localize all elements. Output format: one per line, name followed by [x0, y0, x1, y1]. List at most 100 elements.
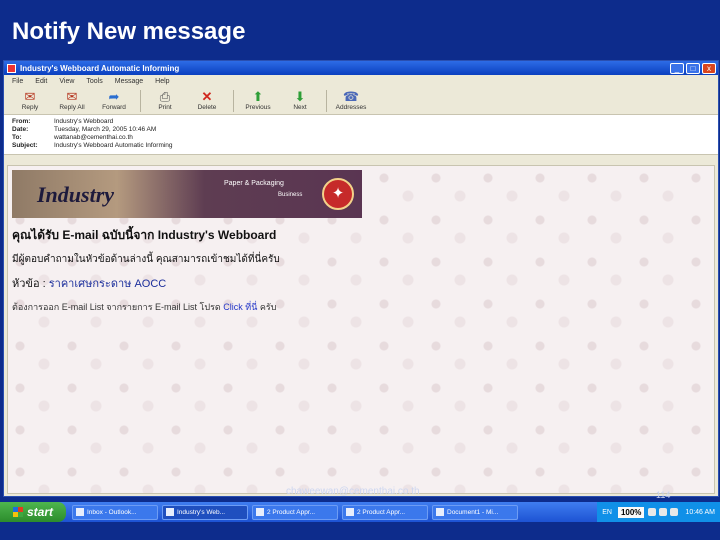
banner-business: Business: [278, 192, 303, 198]
reply-label: Reply: [21, 104, 39, 111]
taskbar-item-label: Inbox - Outlook...: [87, 508, 137, 516]
page-number: 114: [656, 490, 671, 500]
menu-edit[interactable]: Edit: [35, 78, 47, 85]
reply-all-button[interactable]: ✉ Reply All: [52, 89, 92, 112]
zoom-level[interactable]: 100%: [617, 506, 645, 518]
system-tray: EN 100% 10:46 AM: [597, 502, 720, 522]
reply-all-icon: ✉: [66, 89, 78, 104]
date-key: Date:: [12, 126, 29, 133]
window-title: Industry's Webboard Automatic Informing: [20, 63, 180, 73]
menu-tools[interactable]: Tools: [86, 78, 102, 85]
delete-icon: ✕: [201, 89, 213, 104]
subject-value: Industry's Webboard Automatic Informing: [54, 142, 173, 149]
taskbar-item[interactable]: Document1 - Mi...: [432, 504, 518, 520]
toolbar-separator: [140, 89, 141, 112]
menu-message[interactable]: Message: [115, 78, 143, 85]
taskbar: start Inbox - Outlook... Industry's Web.…: [0, 502, 720, 522]
clock[interactable]: 10:46 AM: [685, 509, 715, 516]
next-button[interactable]: ⬇ Next: [280, 89, 320, 112]
powerpoint-icon: [256, 508, 264, 516]
taskbar-item-label: 2 Product Appr...: [267, 508, 316, 516]
taskbar-item-label: 2 Product Appr...: [357, 508, 406, 516]
to-key: To:: [12, 134, 22, 141]
security-icon[interactable]: [670, 508, 679, 516]
maximize-button[interactable]: □: [686, 62, 700, 74]
message-body[interactable]: Industry Paper & Packaging Business ✦ คุ…: [7, 165, 715, 494]
word-icon: [436, 508, 444, 516]
header-to: To: wattanab@cementhai.co.th: [12, 134, 710, 142]
reply-all-label: Reply All: [59, 104, 85, 111]
toolbar-separator: [326, 89, 327, 112]
taskbar-item[interactable]: 2 Product Appr...: [252, 504, 338, 520]
header-date: Date: Tuesday, March 29, 2005 10:46 AM: [12, 126, 710, 134]
next-label: Next: [293, 104, 307, 111]
taskbar-item[interactable]: Inbox - Outlook...: [72, 504, 158, 520]
toolbar-separator: [233, 89, 234, 112]
unsubscribe-prefix: ต้องการออก E-mail List จากรายการ E-mail …: [12, 302, 224, 310]
app-icon: [7, 63, 16, 73]
unsubscribe-link[interactable]: Click ที่นี่: [223, 302, 257, 310]
reply-icon: ✉: [24, 89, 36, 104]
message-headers: From: Industry's Webboard Date: Tuesday,…: [4, 115, 718, 155]
message-icon: [166, 508, 174, 516]
network-icon[interactable]: [648, 508, 657, 516]
reply-button[interactable]: ✉ Reply: [10, 89, 50, 112]
taskbar-item[interactable]: 2 Product Appr...: [342, 504, 428, 520]
previous-icon: ⬆: [252, 89, 264, 104]
footer-email: chaweewan@cementhai.co.th: [286, 486, 420, 497]
unsubscribe-line: ต้องการออก E-mail List จากรายการ E-mail …: [12, 300, 332, 310]
email-window: Industry's Webboard Automatic Informing …: [3, 60, 719, 497]
banner-subtitle: Paper & Packaging: [224, 180, 284, 187]
menu-help[interactable]: Help: [155, 78, 169, 85]
start-button[interactable]: start: [0, 502, 66, 522]
industry-banner: Industry Paper & Packaging Business ✦: [12, 170, 362, 218]
menu-bar: File Edit View Tools Message Help: [4, 75, 718, 87]
forward-label: Forward: [102, 104, 126, 111]
close-button[interactable]: x: [702, 62, 716, 74]
language-indicator[interactable]: EN: [602, 509, 612, 516]
taskbar-item-label: Industry's Web...: [177, 508, 226, 516]
previous-label: Previous: [245, 104, 271, 111]
reply-notice: มีผู้ตอบคำถามในหัวข้อด้านล่างนี้ คุณสามา…: [12, 254, 280, 265]
from-key: From:: [12, 118, 31, 125]
taskbar-item[interactable]: Industry's Web...: [162, 504, 248, 520]
addresses-icon: ☎: [342, 89, 360, 104]
from-value: Industry's Webboard: [54, 118, 114, 125]
addresses-label: Addresses: [335, 104, 367, 111]
header-subject: Subject: Industry's Webboard Automatic I…: [12, 142, 710, 150]
slide-title: Notify New message: [12, 18, 246, 45]
topic-line: หัวข้อ : ราคาเศษกระดาษ AOCC: [12, 274, 166, 292]
topic-prefix: หัวข้อ :: [12, 278, 49, 290]
taskbar-item-label: Document1 - Mi...: [447, 508, 499, 516]
menu-view[interactable]: View: [59, 78, 74, 85]
header-from: From: Industry's Webboard: [12, 118, 710, 126]
topic-link[interactable]: ราคาเศษกระดาษ AOCC: [49, 278, 167, 290]
unsubscribe-suffix: ครับ: [257, 302, 277, 310]
emblem-icon: ✦: [322, 178, 354, 210]
windows-logo-icon: [12, 507, 23, 517]
banner-logo: Industry: [37, 182, 115, 207]
slide: { "slide": { "title": "Notify New messag…: [0, 0, 720, 540]
volume-icon[interactable]: [659, 508, 668, 516]
subject-key: Subject:: [12, 142, 38, 149]
print-label: Print: [158, 104, 172, 111]
start-label: start: [26, 505, 53, 519]
intro-text: คุณได้รับ E-mail ฉบับนี้จาก Industry's W…: [12, 228, 277, 242]
next-icon: ⬇: [294, 89, 306, 104]
minimize-button[interactable]: _: [670, 62, 684, 74]
title-bar[interactable]: Industry's Webboard Automatic Informing …: [4, 61, 718, 75]
addresses-button[interactable]: ☎ Addresses: [331, 89, 371, 112]
forward-icon: ➦: [108, 89, 120, 104]
to-value: wattanab@cementhai.co.th: [54, 134, 133, 141]
print-button[interactable]: ⎙ Print: [145, 89, 185, 112]
outlook-icon: [76, 508, 84, 516]
print-icon: ⎙: [159, 89, 171, 104]
delete-label: Delete: [197, 104, 217, 111]
date-value: Tuesday, March 29, 2005 10:46 AM: [54, 126, 157, 133]
toolbar: ✉ Reply ✉ Reply All ➦ Forward ⎙ Print ✕ …: [4, 87, 718, 115]
menu-file[interactable]: File: [12, 78, 23, 85]
delete-button[interactable]: ✕ Delete: [187, 89, 227, 112]
powerpoint-icon: [346, 508, 354, 516]
forward-button[interactable]: ➦ Forward: [94, 89, 134, 112]
previous-button[interactable]: ⬆ Previous: [238, 89, 278, 112]
